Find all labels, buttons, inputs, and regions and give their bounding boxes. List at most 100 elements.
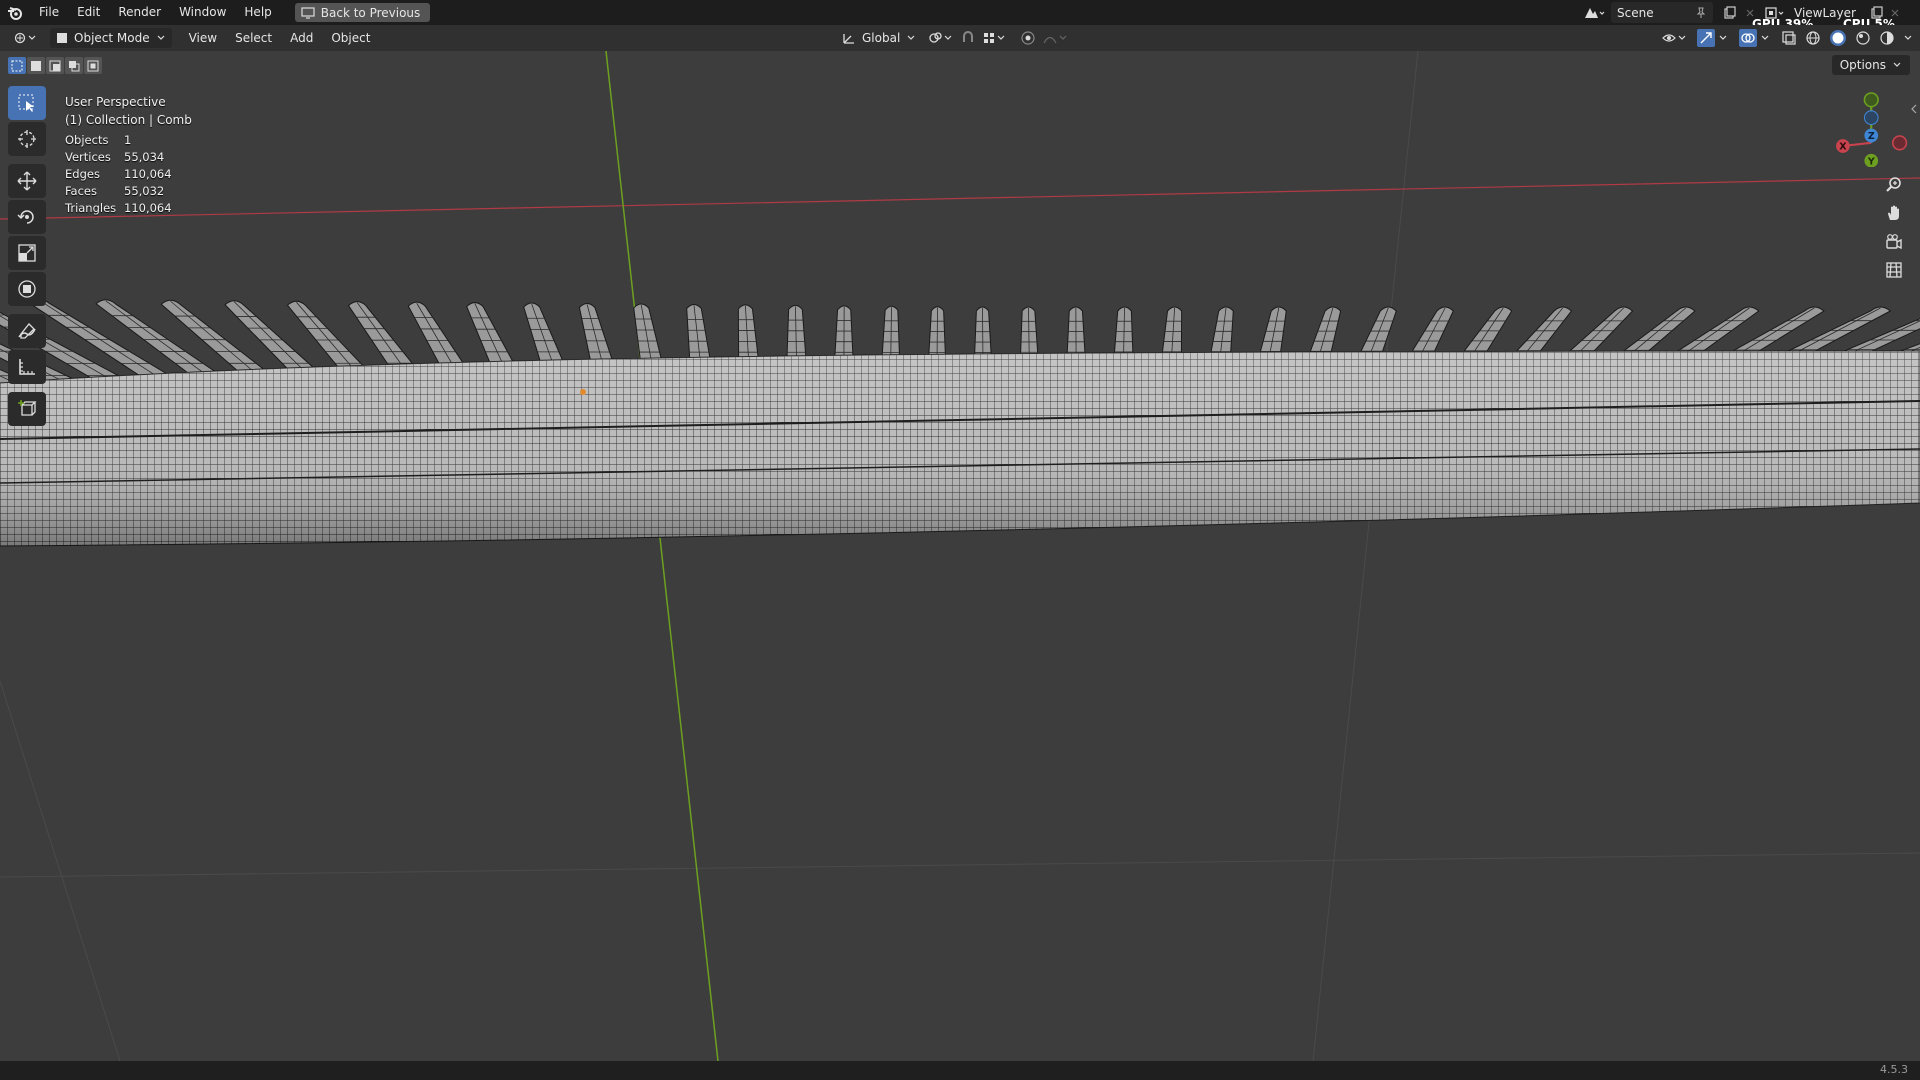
stat-value: 1	[124, 133, 132, 147]
solid-shading-icon[interactable]	[1829, 29, 1847, 47]
tool-shelf	[8, 86, 46, 428]
move-tool[interactable]	[8, 164, 46, 198]
gizmo-toggle-icon[interactable]	[1697, 29, 1731, 47]
rotate-tool[interactable]	[8, 200, 46, 234]
stat-value: 55,034	[124, 150, 165, 164]
grid-icon	[1886, 262, 1902, 278]
select-box-icon	[18, 94, 34, 112]
overlays-toggle-icon[interactable]	[1739, 29, 1773, 47]
scale-tool[interactable]	[8, 236, 46, 270]
stat-row-edges: Edges 110,064	[65, 166, 172, 183]
proportional-editing-icon[interactable]	[1020, 30, 1036, 46]
rotate-icon	[17, 210, 34, 224]
menu-render[interactable]: Render	[109, 0, 170, 25]
options-dropdown[interactable]: Options	[1831, 55, 1910, 75]
gizmo-x-label: X	[1839, 142, 1847, 153]
cursor-tool[interactable]	[8, 122, 46, 156]
camera-view-button[interactable]	[1880, 228, 1908, 256]
navigation-gizmo[interactable]: X Z Y	[1824, 83, 1908, 167]
chevron-down-icon[interactable]	[1903, 34, 1913, 42]
measure-tool[interactable]	[8, 350, 46, 384]
select-extend-button[interactable]	[27, 57, 45, 74]
chevron-down-icon	[1893, 62, 1901, 67]
object-mode-label: Object Mode	[74, 31, 150, 45]
xray-toggle-icon[interactable]	[1781, 30, 1797, 46]
object-mode-dropdown[interactable]: Object Mode	[50, 28, 172, 48]
stat-label: Edges	[65, 167, 100, 181]
scene-selector[interactable]: Scene	[1583, 2, 1755, 23]
add-cube-tool[interactable]	[8, 392, 46, 426]
wireframe-shading-icon[interactable]	[1805, 30, 1821, 46]
add-cube-icon	[18, 400, 37, 416]
pivot-point-icon[interactable]	[928, 30, 954, 46]
zoom-button[interactable]	[1880, 171, 1908, 199]
menu-edit[interactable]: Edit	[68, 0, 109, 25]
viewport-scene[interactable]	[0, 51, 1920, 1061]
scene-name[interactable]: Scene	[1617, 6, 1689, 20]
stat-row-faces: Faces 55,032	[65, 183, 172, 200]
chevron-down-icon	[157, 35, 165, 40]
gizmo-z-label: Z	[1868, 131, 1875, 142]
stat-value: 110,064	[124, 201, 172, 215]
select-subtract-button[interactable]	[46, 57, 64, 74]
editor-type-selector[interactable]	[8, 28, 46, 48]
3d-viewport[interactable]: User Perspective (1) Collection | Comb O…	[0, 51, 1920, 1061]
back-to-previous-button[interactable]: Back to Previous	[294, 3, 431, 22]
menu-file[interactable]: File	[30, 0, 68, 25]
orientation-icon	[843, 34, 854, 44]
falloff-icon[interactable]	[1042, 30, 1070, 46]
snap-icon[interactable]	[960, 30, 976, 46]
orientation-dropdown[interactable]: Global	[836, 28, 922, 48]
3d-viewport-icon	[14, 32, 36, 44]
select-box-tool[interactable]	[8, 86, 46, 120]
rendered-shading-icon[interactable]	[1879, 30, 1895, 46]
selection-mode-group	[8, 57, 102, 74]
gizmo-neg-y[interactable]	[1863, 92, 1879, 108]
back-to-previous-label: Back to Previous	[320, 5, 421, 20]
transform-tool[interactable]	[8, 272, 46, 306]
stat-row-objects: Objects 1	[65, 132, 172, 149]
version-label: 4.5.3	[1880, 1063, 1908, 1076]
stat-value: 55,032	[124, 184, 165, 198]
gizmo-neg-x[interactable]	[1891, 135, 1908, 151]
sidebar-toggle[interactable]	[1910, 103, 1918, 117]
menu-window[interactable]: Window	[170, 0, 235, 25]
pan-button[interactable]	[1880, 199, 1908, 227]
menu-help[interactable]: Help	[235, 0, 280, 25]
pin-icon[interactable]	[1695, 7, 1707, 19]
header-menu-select[interactable]: Select	[226, 31, 281, 45]
cursor-icon	[18, 130, 36, 148]
select-invert-button[interactable]	[65, 57, 83, 74]
top-bar: File Edit Render Window Help Back to Pre…	[0, 0, 1920, 31]
floor-grid	[0, 51, 1920, 1061]
close-viewlayer-icon[interactable]	[1890, 8, 1900, 18]
perspective-label: User Perspective	[65, 95, 166, 109]
select-extend-icon	[31, 60, 41, 71]
snap-target-icon[interactable]	[982, 30, 1008, 46]
y-axis-line	[605, 51, 719, 1061]
header-menu-view[interactable]: View	[180, 31, 226, 45]
blender-logo-icon[interactable]	[0, 0, 30, 25]
stat-label: Objects	[65, 133, 109, 147]
visibility-icon[interactable]	[1661, 30, 1689, 46]
material-shading-icon[interactable]	[1855, 30, 1871, 46]
toggle-ortho-button[interactable]	[1880, 256, 1908, 284]
comb-body-shading	[0, 351, 1920, 546]
scale-icon	[18, 244, 36, 262]
header-menu-add[interactable]: Add	[281, 31, 322, 45]
hand-icon	[1888, 205, 1899, 220]
select-intersect-button[interactable]	[84, 57, 102, 74]
collection-label: (1) Collection | Comb	[65, 113, 192, 127]
scene-statistics: Objects 1 Vertices 55,034 Edges 110,064 Fac…	[65, 132, 172, 217]
select-new-button[interactable]	[8, 57, 26, 74]
close-scene-icon[interactable]	[1745, 8, 1755, 18]
stat-row-vertices: Vertices 55,034	[65, 149, 172, 166]
gizmo-neg-z[interactable]	[1863, 110, 1879, 125]
stat-row-triangles: Triangles 110,064	[65, 200, 172, 217]
stat-label: Triangles	[65, 201, 117, 215]
screen-icon	[301, 6, 315, 19]
header-menu-object[interactable]: Object	[322, 31, 379, 45]
annotate-tool[interactable]	[8, 314, 46, 348]
new-scene-icon[interactable]	[1723, 5, 1737, 20]
viewport-header: Object Mode View Select Add Object Globa…	[0, 25, 1920, 51]
